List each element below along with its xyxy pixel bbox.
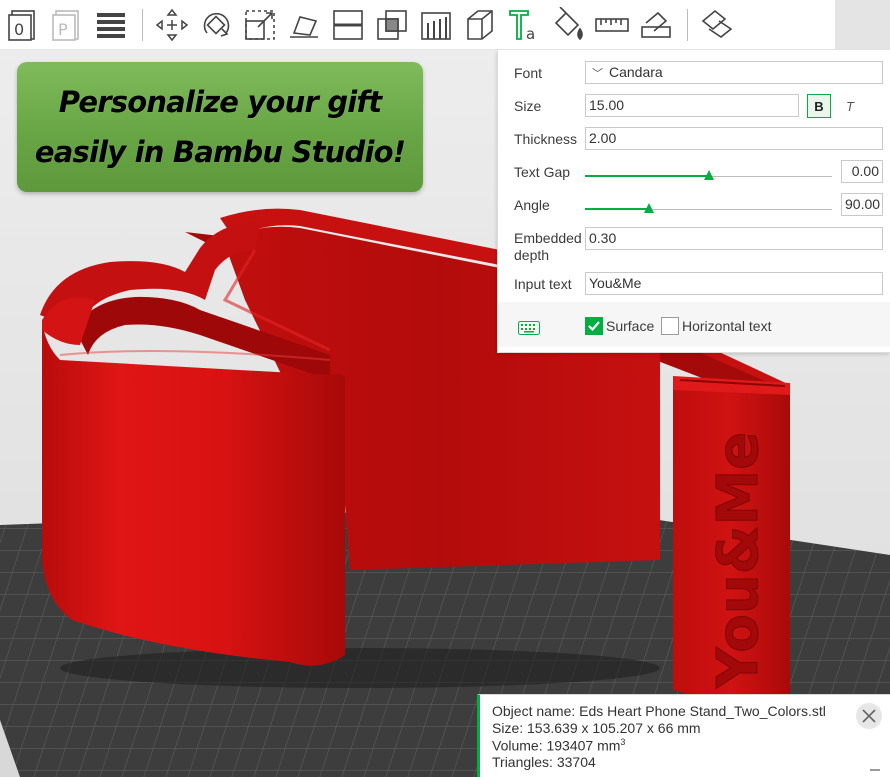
svg-text:P: P xyxy=(58,20,68,39)
options-row: Surface Horizontal text xyxy=(498,302,890,347)
scale-icon[interactable] xyxy=(241,3,279,47)
font-row: Font ﹀ Candara xyxy=(498,57,890,90)
seam-paint-icon[interactable] xyxy=(461,3,499,47)
thickness-label: Thickness xyxy=(514,131,578,147)
boolean-icon[interactable] xyxy=(373,3,411,47)
support-paint-icon[interactable] xyxy=(417,3,455,47)
close-icon xyxy=(862,709,876,723)
toolbar-separator xyxy=(142,8,143,41)
promo-banner: Personalize your gift easily in Bambu St… xyxy=(17,62,423,192)
text-gap-label: Text Gap xyxy=(514,164,571,180)
font-dropdown[interactable]: ﹀ Candara xyxy=(585,61,883,84)
object-name: Object name: Eds Heart Phone Stand_Two_C… xyxy=(492,703,826,719)
toolbar-background xyxy=(835,0,890,50)
cut-icon[interactable] xyxy=(329,3,367,47)
object-volume: Volume: 193407 mm3 xyxy=(492,737,626,754)
font-value: Candara xyxy=(609,64,663,80)
italic-button[interactable]: T xyxy=(838,94,862,118)
promo-line-1: Personalize your gift xyxy=(58,85,382,119)
size-row: Size 15.00 B T xyxy=(498,90,890,123)
size-label: Size xyxy=(514,98,542,114)
text-gap-row: Text Gap 0.00 xyxy=(498,156,890,189)
arrange-icon[interactable] xyxy=(92,3,130,47)
input-text-label: Input text xyxy=(514,276,572,292)
add-plate-icon[interactable]: 0 xyxy=(4,3,42,47)
input-text-row: Input text You&Me xyxy=(498,268,890,301)
horizontal-text-label: Horizontal text xyxy=(682,318,772,334)
object-triangles: Triangles: 33704 xyxy=(492,754,596,770)
assembly-icon[interactable] xyxy=(637,3,675,47)
angle-input[interactable]: 90.00 xyxy=(841,193,883,216)
surface-checkbox[interactable] xyxy=(585,317,603,335)
text-tool-panel: Font ﹀ Candara Size 15.00 B T Thickness 2… xyxy=(497,50,890,353)
slider-thumb[interactable] xyxy=(703,170,714,180)
thickness-row: Thickness 2.00 xyxy=(498,123,890,156)
slider-thumb[interactable] xyxy=(644,203,655,213)
rotate-icon[interactable] xyxy=(197,3,235,47)
font-label: Font xyxy=(514,65,543,81)
chevron-down-icon: ﹀ xyxy=(592,68,603,80)
split-parts-icon[interactable] xyxy=(698,3,736,47)
move-icon[interactable] xyxy=(153,3,191,47)
text-gap-input[interactable]: 0.00 xyxy=(841,160,883,183)
toolbar-separator xyxy=(687,8,688,41)
svg-text:a: a xyxy=(526,25,535,43)
promo-line-2: easily in Bambu Studio! xyxy=(34,135,406,169)
close-button[interactable] xyxy=(856,703,882,729)
color-paint-icon[interactable] xyxy=(549,3,587,47)
svg-text:0: 0 xyxy=(14,20,24,39)
orient-plate-icon[interactable]: P xyxy=(48,3,86,47)
minimize-icon[interactable] xyxy=(870,769,880,771)
text-tool-icon[interactable]: a xyxy=(505,3,543,47)
surface-label: Surface xyxy=(606,318,655,334)
top-toolbar: 0 P a xyxy=(0,0,835,50)
angle-slider[interactable] xyxy=(585,203,832,216)
horizontal-text-checkbox[interactable] xyxy=(661,317,679,335)
lay-on-face-icon[interactable] xyxy=(285,3,323,47)
input-text-field[interactable]: You&Me xyxy=(585,272,883,295)
embedded-depth-input[interactable]: 0.30 xyxy=(585,227,883,250)
keyboard-icon[interactable] xyxy=(518,321,540,335)
thickness-input[interactable]: 2.00 xyxy=(585,127,883,150)
object-size: Size: 153.639 x 105.207 x 66 mm xyxy=(492,720,701,736)
bold-button[interactable]: B xyxy=(807,94,831,118)
angle-label: Angle xyxy=(514,197,550,213)
checkmark-icon xyxy=(588,321,600,332)
object-info-panel: Object name: Eds Heart Phone Stand_Two_C… xyxy=(477,694,890,777)
text-gap-slider[interactable] xyxy=(585,170,832,183)
embossed-text: You&Me xyxy=(706,432,771,689)
measure-icon[interactable] xyxy=(593,3,631,47)
embedded-label: Embedded xyxy=(514,230,582,246)
depth-label: depth xyxy=(514,247,550,263)
embedded-depth-row: Embedded depth 0.30 xyxy=(498,222,890,266)
angle-row: Angle 90.00 xyxy=(498,189,890,222)
size-input[interactable]: 15.00 xyxy=(585,94,799,117)
